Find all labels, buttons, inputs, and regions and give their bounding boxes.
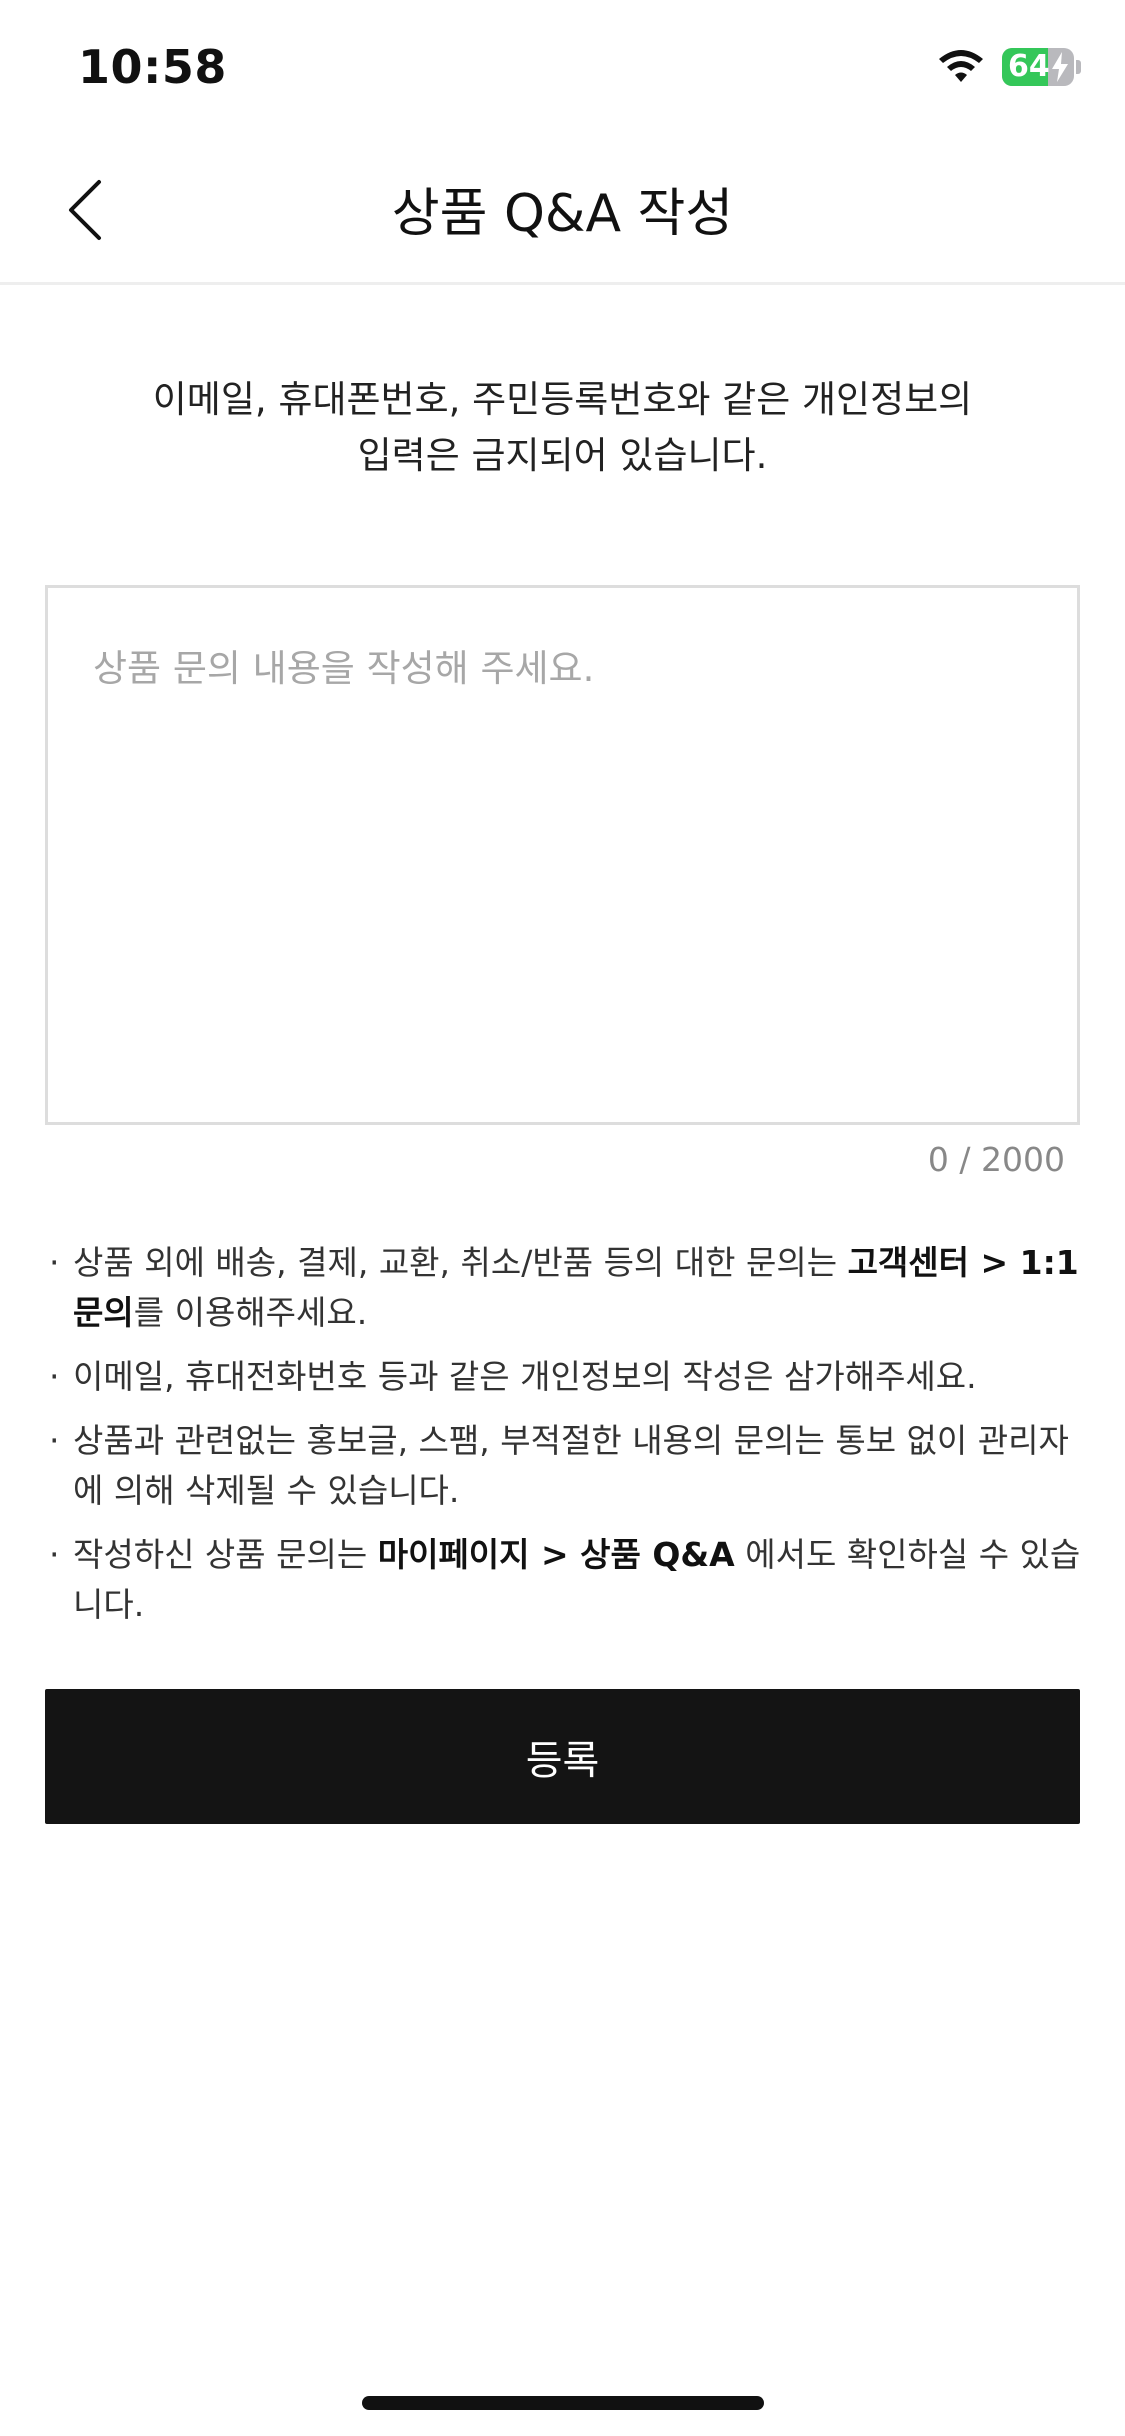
status-time: 10:58 <box>78 40 227 94</box>
status-bar: 10:58 64 <box>0 0 1125 135</box>
guideline-text: 를 이용해주세요. <box>133 1293 368 1332</box>
submit-button[interactable]: 등록 <box>45 1689 1080 1824</box>
guideline-text: 상품과 관련없는 홍보글, 스팸, 부적절한 내용의 문의는 통보 없이 관리자… <box>73 1421 1069 1510</box>
status-icons: 64 <box>936 48 1081 86</box>
guideline-text: 이메일, 휴대전화번호 등과 같은 개인정보의 작성은 삼가해주세요. <box>73 1357 977 1396</box>
guideline-item: 상품 외에 배송, 결제, 교환, 취소/반품 등의 대한 문의는 고객센터 >… <box>45 1238 1085 1338</box>
mypage-qa-path: 마이페이지 > 상품 Q&A <box>377 1535 735 1574</box>
qa-content-input[interactable] <box>45 585 1080 1125</box>
battery-cap <box>1076 60 1081 74</box>
privacy-notice-line-2: 입력은 금지되어 있습니다. <box>357 434 768 477</box>
battery-icon: 64 <box>1002 48 1074 86</box>
guideline-item: 이메일, 휴대전화번호 등과 같은 개인정보의 작성은 삼가해주세요. <box>45 1352 1085 1402</box>
guideline-item: 상품과 관련없는 홍보글, 스팸, 부적절한 내용의 문의는 통보 없이 관리자… <box>45 1416 1085 1516</box>
char-counter: 0 / 2000 <box>927 1140 1065 1179</box>
header: 상품 Q&A 작성 <box>0 135 1125 285</box>
charging-bolt-icon <box>1052 52 1068 82</box>
guideline-text: 작성하신 상품 문의는 <box>73 1535 378 1574</box>
battery-level: 64 <box>1008 49 1050 84</box>
guidelines-list: 상품 외에 배송, 결제, 교환, 취소/반품 등의 대한 문의는 고객센터 >… <box>45 1238 1085 1644</box>
privacy-notice: 이메일, 휴대폰번호, 주민등록번호와 같은 개인정보의 입력은 금지되어 있습… <box>60 372 1065 484</box>
guideline-text: 상품 외에 배송, 결제, 교환, 취소/반품 등의 대한 문의는 <box>73 1243 848 1282</box>
qa-write-screen: 10:58 64 상품 Q&A 작성 이메일, 휴대폰번호, 주민등록번호와 같… <box>0 0 1125 2436</box>
privacy-notice-line-1: 이메일, 휴대폰번호, 주민등록번호와 같은 개인정보의 <box>152 378 973 421</box>
wifi-icon <box>939 50 983 82</box>
page-title: 상품 Q&A 작성 <box>391 184 734 244</box>
guideline-item: 작성하신 상품 문의는 마이페이지 > 상품 Q&A 에서도 확인하실 수 있습… <box>45 1530 1085 1630</box>
home-indicator <box>362 2396 764 2410</box>
